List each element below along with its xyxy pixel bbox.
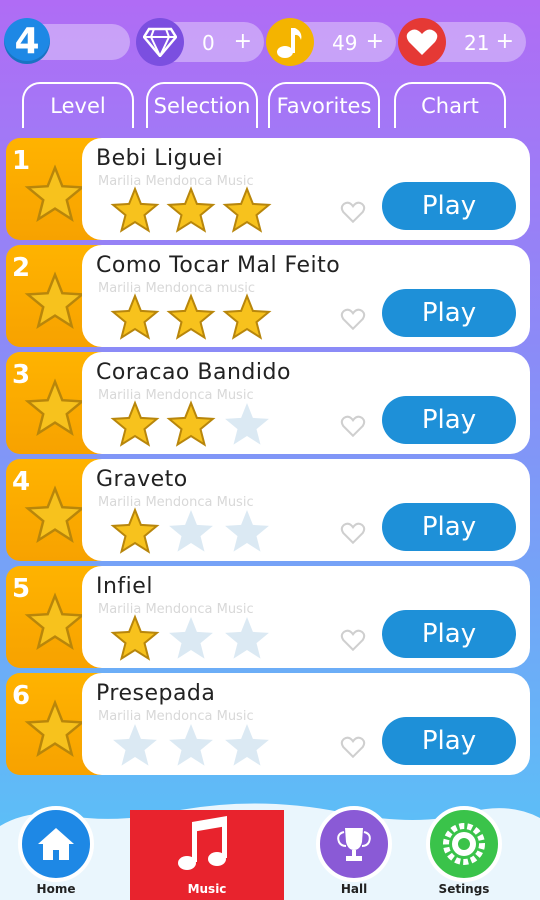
star-empty-icon bbox=[225, 403, 269, 445]
favorite-heart-icon[interactable] bbox=[340, 200, 366, 224]
song-row[interactable]: 4 Graveto Marilia Mendonca Music Play bbox=[6, 459, 530, 561]
play-button[interactable]: Play bbox=[382, 289, 516, 337]
rank-star-icon bbox=[24, 378, 86, 437]
music-note-icon bbox=[266, 18, 314, 66]
star-filled-icon bbox=[222, 186, 272, 233]
play-button[interactable]: Play bbox=[382, 182, 516, 230]
heart-counter[interactable]: 21 + bbox=[398, 18, 526, 66]
nav-home-label: Home bbox=[36, 882, 76, 896]
song-row[interactable]: 1 Bebi Liguei Marilia Mendonca Music Play bbox=[6, 138, 530, 240]
tab-favorites[interactable]: Favorites bbox=[268, 82, 380, 128]
star-filled-icon bbox=[166, 186, 216, 233]
level-badge: 4 bbox=[4, 18, 50, 64]
diamond-icon bbox=[136, 18, 184, 66]
favorite-heart-icon[interactable] bbox=[340, 735, 366, 759]
star-filled-icon bbox=[110, 614, 160, 661]
tab-level[interactable]: Level bbox=[22, 82, 134, 128]
category-tabs: Level Selection Favorites Chart bbox=[0, 80, 540, 132]
song-title: Bebi Liguei bbox=[96, 146, 224, 171]
play-button[interactable]: Play bbox=[382, 610, 516, 658]
nav-music[interactable]: Music bbox=[130, 798, 284, 900]
song-card: Coracao Bandido Marilia Mendonca Music Pla… bbox=[82, 352, 530, 454]
star-empty-icon bbox=[113, 724, 157, 766]
song-title: Presepada bbox=[96, 681, 216, 706]
song-row[interactable]: 3 Coracao Bandido Marilia Mendonca Music Pl… bbox=[6, 352, 530, 454]
rating-stars bbox=[110, 400, 272, 450]
note-counter[interactable]: 49 + bbox=[266, 18, 396, 66]
music-notes-icon bbox=[178, 816, 227, 870]
nav-settings[interactable]: Setings bbox=[414, 798, 514, 900]
top-status-bar: 4 0 + 49 + 21 + bbox=[0, 0, 540, 80]
song-row[interactable]: 5 Infiel Marilia Mendonca Music Play bbox=[6, 566, 530, 668]
favorite-heart-icon[interactable] bbox=[340, 521, 366, 545]
add-notes-button[interactable]: + bbox=[366, 29, 384, 54]
star-empty-icon bbox=[225, 724, 269, 766]
rating-stars bbox=[110, 293, 272, 343]
gear-icon bbox=[426, 806, 502, 882]
star-filled-icon bbox=[166, 400, 216, 447]
song-title: Graveto bbox=[96, 467, 188, 492]
star-filled-icon bbox=[110, 186, 160, 233]
song-row[interactable]: 6 Presepada Marilia Mendonca Music Play bbox=[6, 673, 530, 775]
star-empty-icon bbox=[225, 617, 269, 659]
star-filled-icon bbox=[110, 400, 160, 447]
nav-hall-label: Hall bbox=[340, 882, 368, 896]
star-filled-icon bbox=[166, 293, 216, 340]
add-hearts-button[interactable]: + bbox=[496, 29, 514, 54]
rank-star-icon bbox=[24, 485, 86, 544]
song-card: Graveto Marilia Mendonca Music Play bbox=[82, 459, 530, 561]
rating-stars bbox=[110, 507, 272, 557]
star-empty-icon bbox=[169, 510, 213, 552]
rank-star-icon bbox=[24, 592, 86, 651]
rating-stars bbox=[110, 721, 272, 771]
star-empty-icon bbox=[169, 724, 213, 766]
nav-hall[interactable]: Hall bbox=[304, 798, 404, 900]
rank-star-icon bbox=[24, 699, 86, 758]
favorite-heart-icon[interactable] bbox=[340, 414, 366, 438]
home-icon bbox=[18, 806, 94, 882]
play-button[interactable]: Play bbox=[382, 717, 516, 765]
song-card: Presepada Marilia Mendonca Music Play bbox=[82, 673, 530, 775]
star-filled-icon bbox=[110, 507, 160, 554]
trophy-icon bbox=[316, 806, 392, 882]
tab-selection[interactable]: Selection bbox=[146, 82, 258, 128]
song-row[interactable]: 2 Como Tocar Mal Feito Marilia Mendonca mu… bbox=[6, 245, 530, 347]
rank-star-icon bbox=[24, 271, 86, 330]
nav-home[interactable]: Home bbox=[6, 798, 106, 900]
note-count: 49 bbox=[332, 31, 358, 55]
song-card: Como Tocar Mal Feito Marilia Mendonca mus… bbox=[82, 245, 530, 347]
favorite-heart-icon[interactable] bbox=[340, 307, 366, 331]
nav-music-label: Music bbox=[187, 882, 227, 896]
star-empty-icon bbox=[169, 617, 213, 659]
song-title: Como Tocar Mal Feito bbox=[96, 253, 341, 278]
tab-chart[interactable]: Chart bbox=[394, 82, 506, 128]
play-button[interactable]: Play bbox=[382, 503, 516, 551]
diamond-counter[interactable]: 0 + bbox=[136, 18, 264, 66]
rating-stars bbox=[110, 614, 272, 664]
rank-star-icon bbox=[24, 164, 86, 223]
song-card: Infiel Marilia Mendonca Music Play bbox=[82, 566, 530, 668]
add-diamonds-button[interactable]: + bbox=[234, 29, 252, 54]
song-title: Coracao Bandido bbox=[96, 360, 291, 385]
star-empty-icon bbox=[225, 510, 269, 552]
star-filled-icon bbox=[222, 293, 272, 340]
song-card: Bebi Liguei Marilia Mendonca Music Play bbox=[82, 138, 530, 240]
bottom-nav: Home Music Hall Setings bbox=[0, 798, 540, 900]
heart-icon bbox=[398, 18, 446, 66]
nav-settings-label: Setings bbox=[438, 882, 490, 896]
song-title: Infiel bbox=[96, 574, 153, 599]
favorite-heart-icon[interactable] bbox=[340, 628, 366, 652]
star-filled-icon bbox=[110, 293, 160, 340]
play-button[interactable]: Play bbox=[382, 396, 516, 444]
rating-stars bbox=[110, 186, 272, 236]
diamond-count: 0 bbox=[202, 31, 215, 55]
heart-count: 21 bbox=[464, 31, 490, 55]
